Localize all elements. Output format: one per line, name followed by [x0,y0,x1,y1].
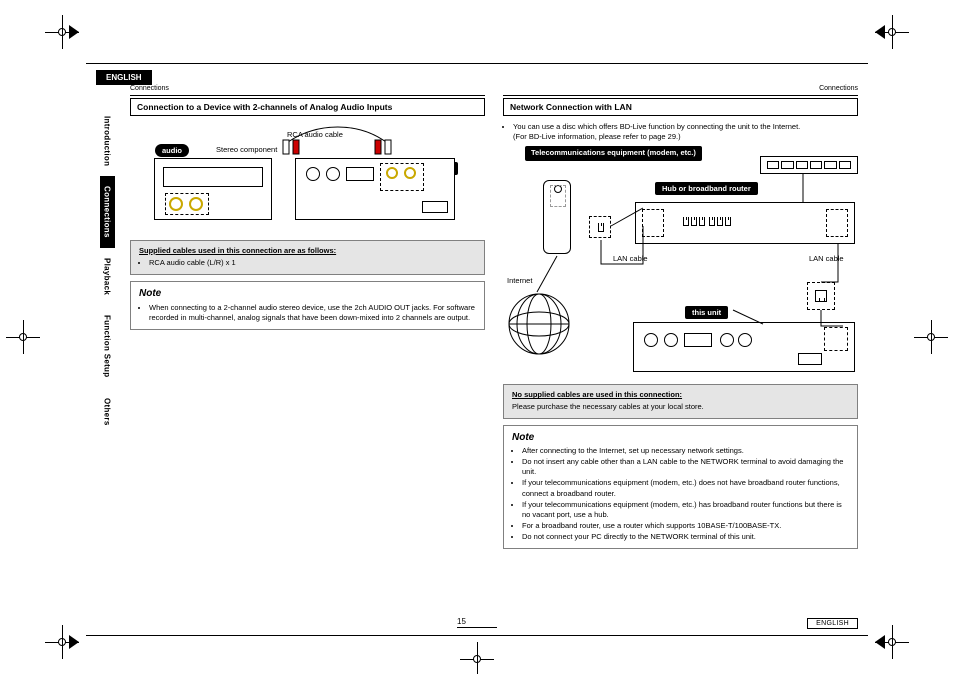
tab-playback: Playback [100,248,115,305]
supplied-item: RCA audio cable (L/R) x 1 [149,258,476,268]
note-item: Do not insert any cable other than a LAN… [522,457,849,477]
note-item: For a broadband router, use a router whi… [522,521,849,531]
left-column: Connections Connection to a Device with … [130,85,485,614]
bd-player-rear-icon [295,158,455,220]
audio-pill: audio [155,144,189,157]
analog-audio-diagram: audio Stereo component RCA audio cable t… [130,122,485,234]
page-rule-top [86,63,868,64]
crop-mark [460,642,494,674]
stereo-component-icon [154,158,272,220]
note-box-right: Note After connecting to the Internet, s… [503,425,858,550]
language-tab-top: ENGLISH [96,70,152,85]
note-item: When connecting to a 2-channel audio ste… [149,303,476,323]
section-title-lan: Network Connection with LAN [503,98,858,116]
supplied-cables-box: Supplied cables used in this connection … [130,240,485,275]
crop-mark [914,320,948,354]
lan-wiring-icon [503,146,863,378]
note-heading: Note [512,431,849,445]
note-item: If your telecommunications equipment (mo… [522,500,849,520]
crop-mark [875,15,909,49]
note-item: Do not connect your PC directly to the N… [522,532,849,542]
note-box-left: Note When connecting to a 2-channel audi… [130,281,485,330]
crop-mark [6,320,40,354]
side-tabs: Introduction Connections Playback Functi… [96,106,118,435]
page-number: 15 [457,617,497,628]
tab-introduction: Introduction [100,106,115,176]
breadcrumb-right: Connections [819,85,858,92]
no-supplied-title: No supplied cables are used in this conn… [512,390,849,400]
page-columns: Connections Connection to a Device with … [130,85,858,614]
supplied-title: Supplied cables used in this connection … [139,246,476,256]
stereo-component-label: Stereo component [216,145,277,154]
note-heading: Note [139,287,476,301]
no-supplied-box: No supplied cables are used in this conn… [503,384,858,418]
section-title-analog: Connection to a Device with 2-channels o… [130,98,485,116]
lan-intro-line: You can use a disc which offers BD-Live … [513,122,858,142]
note-item: After connecting to the Internet, set up… [522,446,849,456]
no-supplied-body: Please purchase the necessary cables at … [512,402,849,412]
right-column: Connections Network Connection with LAN … [503,85,858,614]
breadcrumb-left: Connections [130,85,169,92]
crop-mark [45,625,79,659]
tab-others: Others [100,388,115,436]
tab-function-setup: Function Setup [100,305,115,387]
tab-connections: Connections [100,176,115,248]
rca-cable-icon [278,124,398,164]
crop-mark [45,15,79,49]
language-tab-bottom: ENGLISH [807,618,858,629]
manual-page: ENGLISH Introduction Connections Playbac… [0,0,954,674]
note-item: If your telecommunications equipment (mo… [522,478,849,498]
lan-intro: You can use a disc which offers BD-Live … [503,122,858,142]
lan-diagram: Telecommunications equipment (modem, etc… [503,146,858,378]
crop-mark [875,625,909,659]
page-rule-bottom [86,635,868,636]
